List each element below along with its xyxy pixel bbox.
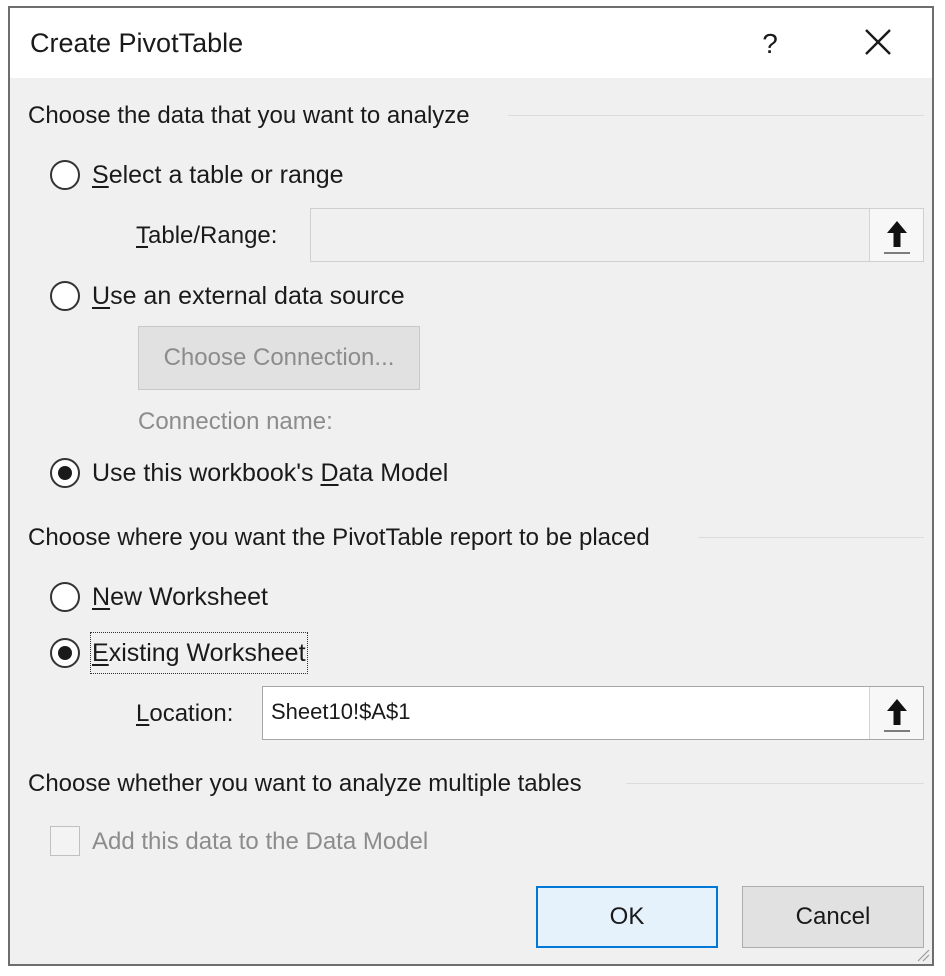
- radio-new-worksheet[interactable]: [50, 582, 80, 612]
- help-icon: ?: [762, 28, 778, 59]
- section-divider: [698, 537, 924, 538]
- radio-existing-worksheet[interactable]: [50, 638, 80, 668]
- location-label-text: ocation:: [149, 700, 234, 727]
- location-input[interactable]: Sheet10!$A$1: [262, 686, 924, 740]
- help-button[interactable]: ?: [750, 22, 790, 66]
- radio-select-table[interactable]: [50, 160, 80, 190]
- data-source-heading: Choose the data that you want to analyze: [28, 102, 470, 129]
- option-existing-worksheet-text: xisting Worksheet: [108, 639, 306, 667]
- radio-external-source[interactable]: [50, 281, 80, 311]
- option-existing-worksheet-label: Existing Worksheet: [92, 639, 306, 667]
- table-range-collapse-button[interactable]: [869, 209, 923, 261]
- collapse-dialog-icon: [884, 221, 910, 254]
- location-input-value: Sheet10!$A$1: [271, 699, 411, 724]
- radio-data-model[interactable]: [50, 458, 80, 488]
- table-range-input[interactable]: [310, 208, 924, 262]
- option-new-worksheet-text: ew Worksheet: [110, 583, 268, 611]
- location-label: Location:: [136, 700, 234, 727]
- option-select-table-text: elect a table or range: [108, 161, 344, 189]
- table-range-input-field: [317, 213, 861, 257]
- connection-name-label: Connection name:: [138, 408, 333, 435]
- option-external-source-text: se an external data source: [110, 282, 405, 310]
- multiple-tables-heading: Choose whether you want to analyze multi…: [28, 770, 582, 797]
- radio-selected-dot: [58, 466, 72, 480]
- close-icon: [865, 29, 891, 55]
- cancel-button[interactable]: Cancel: [742, 886, 924, 948]
- option-new-worksheet-label: New Worksheet: [92, 583, 268, 611]
- close-button[interactable]: [848, 20, 908, 68]
- dialog-title: Create PivotTable: [30, 28, 244, 58]
- table-range-label: Table/Range:: [136, 222, 278, 249]
- ok-button[interactable]: OK: [536, 886, 718, 948]
- create-pivottable-dialog: Create PivotTable ? Choose the data that…: [8, 6, 934, 966]
- add-to-data-model-checkbox[interactable]: [50, 826, 80, 856]
- add-to-data-model-label: Add this data to the Data Model: [92, 828, 429, 855]
- section-divider: [508, 115, 924, 116]
- option-data-model-text-a: Use this workbook's: [92, 459, 321, 487]
- placement-heading: Choose where you want the PivotTable rep…: [28, 524, 650, 551]
- dialog-titlebar: Create PivotTable ?: [10, 8, 932, 78]
- choose-connection-button[interactable]: Choose Connection...: [138, 326, 420, 390]
- resize-grip-icon[interactable]: [914, 946, 930, 962]
- section-divider: [626, 783, 924, 784]
- collapse-dialog-icon: [884, 699, 910, 732]
- option-data-model-text-c: ata Model: [338, 459, 449, 487]
- table-range-label-text: able/Range:: [148, 222, 278, 249]
- location-collapse-button[interactable]: [869, 687, 923, 739]
- radio-selected-dot: [58, 646, 72, 660]
- option-data-model-label: Use this workbook's Data Model: [92, 459, 448, 488]
- option-external-source-label: Use an external data source: [92, 282, 405, 310]
- option-select-table-label: Select a table or range: [92, 161, 344, 189]
- option-data-model-text-b: D: [320, 459, 339, 487]
